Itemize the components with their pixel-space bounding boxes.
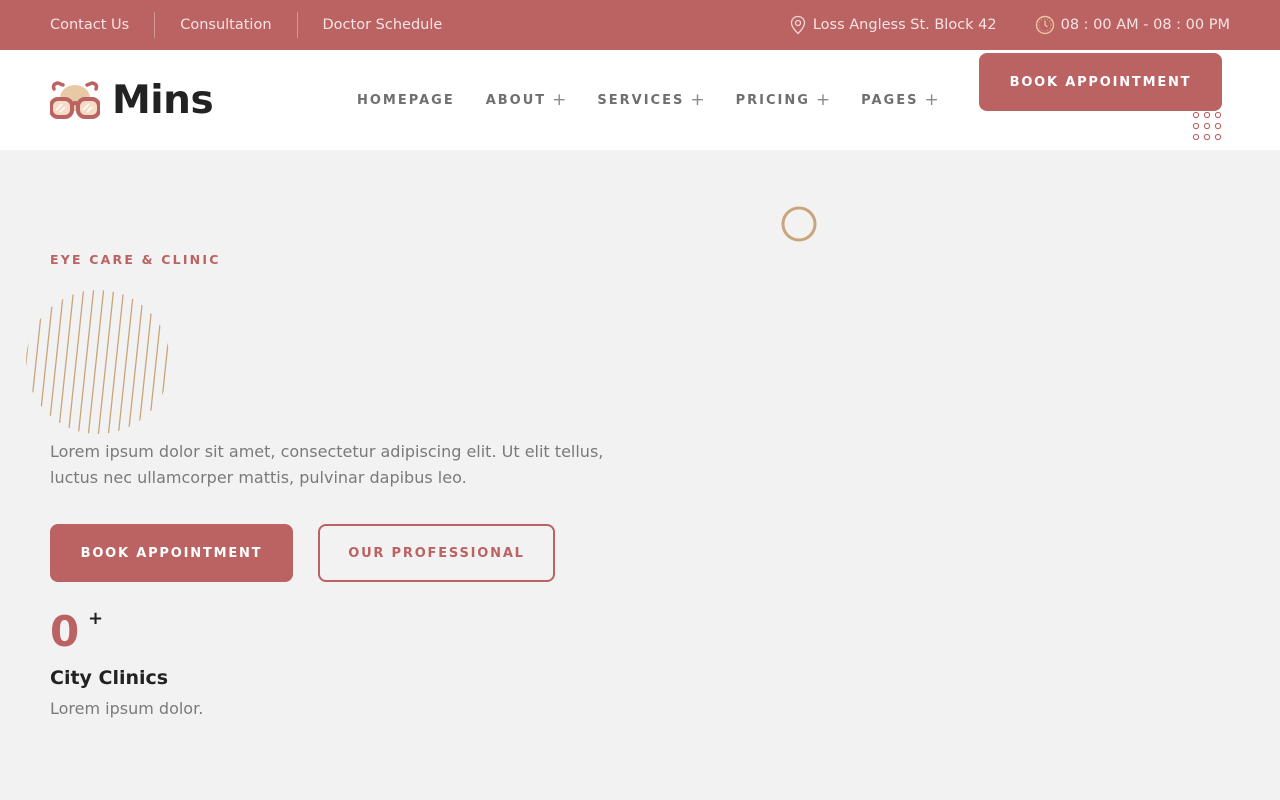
nav-services[interactable]: SERVICES + — [597, 90, 704, 110]
hours-info: 08 : 00 AM - 08 : 00 PM — [1035, 15, 1230, 35]
top-bar-info: Loss Angless St. Block 42 08 : 00 AM - 0… — [789, 0, 1230, 50]
dots-pattern-icon — [1192, 111, 1222, 141]
nav-pricing[interactable]: PRICING + — [736, 90, 831, 110]
address-info: Loss Angless St. Block 42 — [789, 15, 997, 35]
plus-icon: + — [690, 90, 705, 110]
nav-label: SERVICES — [597, 92, 685, 108]
nav-label: HOMEPAGE — [357, 92, 455, 108]
plus-icon: + — [552, 90, 567, 110]
glasses-logo-icon — [50, 80, 100, 119]
hero-description: Lorem ipsum dolor sit amet, consectetur … — [50, 442, 604, 487]
clock-icon — [1035, 15, 1054, 35]
nav-label: ABOUT — [485, 92, 547, 108]
divider — [154, 12, 156, 38]
address-text: Loss Angless St. Block 42 — [812, 17, 997, 33]
top-bar-links: Contact Us Consultation Doctor Schedule — [50, 0, 442, 50]
stat-title: City Clinics — [50, 667, 169, 689]
hero-book-appointment-button[interactable]: BOOK APPOINTMENT — [50, 524, 293, 582]
hours-text: 08 : 00 AM - 08 : 00 PM — [1060, 17, 1230, 33]
nav-homepage[interactable]: HOMEPAGE — [357, 93, 455, 108]
consultation-link[interactable]: Consultation — [180, 17, 271, 33]
plus-icon: + — [924, 90, 939, 110]
top-bar: Contact Us Consultation Doctor Schedule … — [0, 0, 1280, 50]
main-nav: HOMEPAGE ABOUT + SERVICES + PRICING + PA… — [357, 50, 970, 150]
stat-description: Lorem ipsum dolor. — [50, 699, 204, 718]
divider — [296, 12, 298, 38]
hero-subtitle: EYE CARE & CLINIC — [50, 252, 221, 267]
nav-label: PRICING — [735, 92, 810, 108]
striped-circle-decoration — [26, 290, 170, 434]
nav-pages[interactable]: PAGES + — [861, 90, 939, 110]
stat-counter: 0 — [50, 607, 80, 656]
ring-decoration — [781, 206, 817, 242]
logo[interactable]: Mins — [50, 78, 214, 123]
stat-suffix: + — [88, 608, 104, 629]
book-appointment-button[interactable]: BOOK APPOINTMENT — [979, 53, 1222, 111]
our-professional-button[interactable]: OUR PROFESSIONAL — [318, 524, 555, 582]
location-pin-icon — [790, 15, 805, 35]
main-header: Mins HOMEPAGE ABOUT + SERVICES + PRICING… — [0, 50, 1280, 150]
nav-about[interactable]: ABOUT + — [486, 90, 567, 110]
nav-label: PAGES — [861, 92, 919, 108]
contact-us-link[interactable]: Contact Us — [50, 17, 129, 33]
doctor-schedule-link[interactable]: Doctor Schedule — [323, 17, 443, 33]
plus-icon: + — [815, 90, 831, 110]
logo-text: Mins — [112, 78, 214, 123]
